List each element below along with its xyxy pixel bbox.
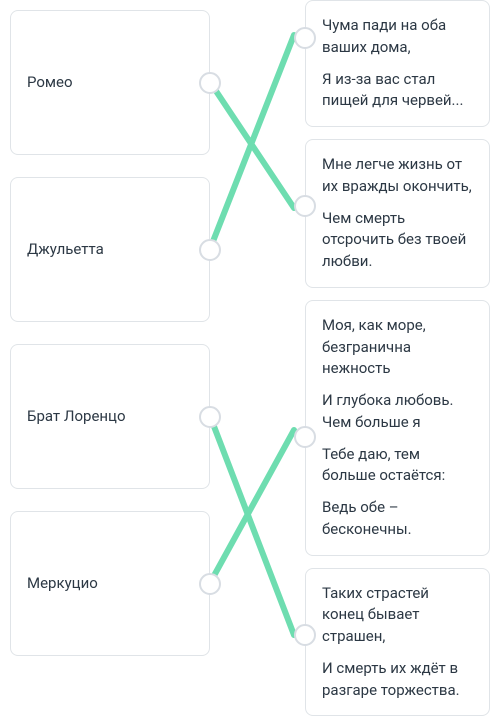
drag-handle[interactable]	[199, 406, 221, 428]
drag-handle[interactable]	[199, 573, 221, 595]
right-column: Чума пади на оба ваших дома, Я из-за вас…	[305, 0, 490, 728]
quote-line: Мне легче жизнь от их вражды окончить,	[322, 154, 473, 198]
quote-line: Моя, как море, безгранична нежность	[322, 315, 473, 380]
connection-line	[210, 416, 294, 635]
drag-handle[interactable]	[294, 624, 316, 646]
left-item[interactable]: Ромео	[10, 10, 210, 155]
left-item-label: Брат Лоренцо	[27, 406, 126, 428]
right-item[interactable]: Таких страстей конец бывает страшен, И с…	[305, 568, 490, 717]
drag-handle[interactable]	[199, 72, 221, 94]
right-item[interactable]: Мне легче жизнь от их вражды окончить, Ч…	[305, 139, 490, 288]
left-item[interactable]: Брат Лоренцо	[10, 344, 210, 489]
drag-handle[interactable]	[199, 239, 221, 261]
quote-line: Таких страстей конец бывает страшен,	[322, 583, 473, 648]
left-item-label: Ромео	[27, 72, 73, 94]
left-item-label: Меркуцио	[27, 573, 98, 595]
left-item[interactable]: Джульетта	[10, 177, 210, 322]
drag-handle[interactable]	[294, 195, 316, 217]
connection-line	[210, 430, 294, 583]
left-column: Ромео Джульетта Брат Лоренцо Меркуцио	[10, 10, 210, 678]
right-item[interactable]: Чума пади на оба ваших дома, Я из-за вас…	[305, 0, 490, 127]
quote-line: И смерть их ждёт в разгаре торжества.	[322, 658, 473, 702]
left-item[interactable]: Меркуцио	[10, 511, 210, 656]
drag-handle[interactable]	[294, 27, 316, 49]
quote-line: И глубока любовь. Чем больше я	[322, 390, 473, 434]
quote-line: Чума пади на оба ваших дома,	[322, 15, 473, 59]
quote-line: Чем смерть отсрочить без твоей любви.	[322, 208, 473, 273]
quote-line: Я из-за вас стал пищей для червей...	[322, 69, 473, 113]
drag-handle[interactable]	[294, 426, 316, 448]
left-item-label: Джульетта	[27, 239, 104, 261]
right-item[interactable]: Моя, как море, безгранична нежность И гл…	[305, 300, 490, 556]
matching-exercise: Ромео Джульетта Брат Лоренцо Меркуцио Чу…	[0, 0, 500, 719]
quote-line: Тебе даю, тем больше остаётся:	[322, 444, 473, 488]
quote-line: Ведь обе – бесконечны.	[322, 497, 473, 541]
connection-line	[210, 82, 294, 208]
connection-line	[210, 35, 294, 249]
